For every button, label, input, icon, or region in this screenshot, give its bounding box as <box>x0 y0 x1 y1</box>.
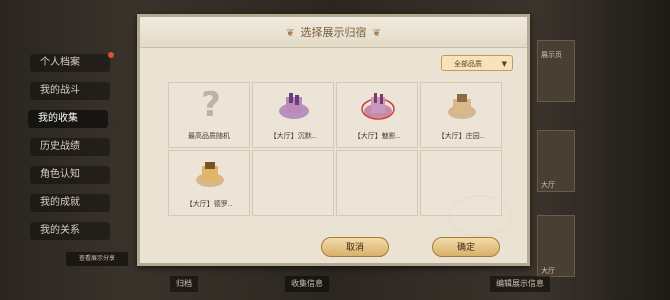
sidebar-item-label: 我的收集 <box>38 113 78 124</box>
sidebar-item-label: 角色认知 <box>40 169 80 180</box>
quality-filter-dropdown[interactable]: 全部品质 ▼ <box>441 55 513 71</box>
dialog-title: 选择展示归宿 <box>300 26 367 39</box>
slot-item-selected[interactable]: 【大厅】魅影.. <box>336 82 418 148</box>
slot-item[interactable]: 【大厅】庄园.. <box>420 82 502 148</box>
share-display-button[interactable]: 查看展示分享 <box>66 252 128 266</box>
background-label: 大厅 <box>541 267 555 275</box>
slot-label: 【大厅】沉默.. <box>269 132 317 140</box>
sidebar-item-collection[interactable]: 我的收集 <box>28 110 108 128</box>
hall-item-icon <box>279 93 309 119</box>
notification-badge <box>108 52 114 58</box>
dialog-header: ❦ 选择展示归宿 ❦ <box>140 17 527 48</box>
sidebar-item-label: 我的成就 <box>40 197 80 208</box>
dialog-title-row: ❦ 选择展示归宿 ❦ <box>140 24 527 40</box>
slot-label: 【大厅】德罗.. <box>185 200 233 208</box>
bottom-tab-archive[interactable]: 归档 <box>170 276 198 292</box>
confirm-button[interactable]: 确定 <box>432 237 500 257</box>
bottom-tab-edit-display[interactable]: 编辑展示信息 <box>490 276 550 292</box>
slot-item[interactable]: 【大厅】德罗.. <box>168 150 250 216</box>
sidebar-item-role[interactable]: 角色认知 <box>30 166 110 184</box>
sidebar-item-label: 我的战斗 <box>40 85 80 96</box>
sidebar: 个人档案 我的战斗 我的收集 历史战绩 角色认知 我的成就 我的关系 查看展示分… <box>0 0 140 300</box>
hall-item-icon <box>196 162 224 187</box>
select-display-dialog: ❦ 选择展示归宿 ❦ 全部品质 ▼ ? 最高品质随机 【大厅】沉默.. 【大厅】… <box>137 14 530 266</box>
bottom-tab-collection-info[interactable]: 收集信息 <box>285 276 329 292</box>
laurel-left-icon: ❦ <box>286 28 295 39</box>
display-slot-grid: ? 最高品质随机 【大厅】沉默.. 【大厅】魅影.. 【大厅】庄园.. 【大厅】… <box>168 82 504 218</box>
background-cards: 展示页 大厅 大厅 <box>535 40 575 290</box>
hall-item-icon <box>448 94 476 119</box>
laurel-right-icon: ❦ <box>372 28 381 39</box>
slot-label: 【大厅】庄园.. <box>437 132 485 140</box>
slot-empty <box>252 150 334 216</box>
sidebar-item-relation[interactable]: 我的关系 <box>30 222 110 240</box>
filter-label: 全部品质 <box>454 60 482 68</box>
chevron-down-icon: ▼ <box>501 60 507 68</box>
slot-item[interactable]: 【大厅】沉默.. <box>252 82 334 148</box>
slot-label: 【大厅】魅影.. <box>353 132 401 140</box>
sidebar-item-achievement[interactable]: 我的成就 <box>30 194 110 212</box>
sidebar-item-label: 我的关系 <box>40 225 80 236</box>
slot-empty <box>336 150 418 216</box>
decorative-pattern <box>449 195 511 237</box>
slot-label: 最高品质随机 <box>188 132 230 140</box>
sidebar-item-label: 个人档案 <box>40 57 80 68</box>
sidebar-item-profile[interactable]: 个人档案 <box>30 52 114 72</box>
sidebar-item-label: 历史战绩 <box>40 141 80 152</box>
background-label: 大厅 <box>541 181 555 189</box>
sidebar-item-battle[interactable]: 我的战斗 <box>30 82 110 100</box>
question-mark-icon: ? <box>201 85 221 125</box>
sidebar-item-history[interactable]: 历史战绩 <box>30 138 110 156</box>
slot-random[interactable]: ? 最高品质随机 <box>168 82 250 148</box>
background-label: 展示页 <box>541 51 562 59</box>
cancel-button[interactable]: 取消 <box>321 237 389 257</box>
hall-item-icon <box>361 93 395 120</box>
